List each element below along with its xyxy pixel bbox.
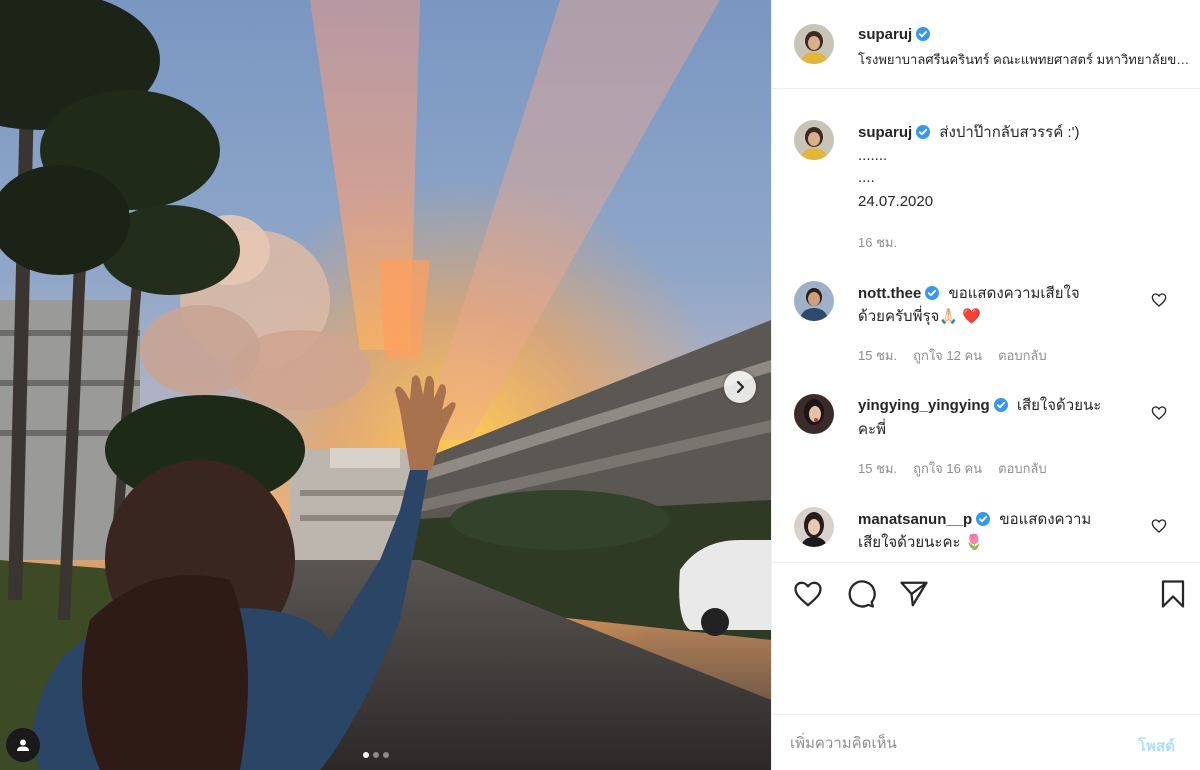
comment-username[interactable]: yingying_yingying (858, 397, 990, 414)
comment-reply-button[interactable]: ตอบกลับ (998, 458, 1047, 479)
comment-text: เสียใจด้วยนะ (1016, 397, 1102, 414)
comment-text: เสียใจด้วยนะคะ 🌷 (858, 534, 984, 551)
post-actions-bar (772, 562, 1200, 624)
caption-avatar[interactable] (794, 120, 834, 160)
comment-avatar[interactable] (794, 394, 834, 434)
verified-badge-icon (993, 398, 1008, 412)
avatar-image (794, 281, 834, 321)
tagged-users-button[interactable] (6, 728, 40, 762)
comment-text: ด้วยครับพี่รุจ🙏🏻 ❤️ (858, 308, 981, 325)
paper-plane-icon (900, 581, 928, 607)
caption-line: ....... (858, 147, 888, 164)
comment-button[interactable] (844, 577, 878, 611)
chevron-right-icon (736, 380, 745, 394)
carousel-indicator (363, 752, 389, 758)
header-username-row: suparuj (858, 24, 931, 43)
comment-like-button[interactable] (1151, 518, 1167, 534)
share-button[interactable] (897, 577, 931, 611)
author-avatar[interactable] (794, 24, 834, 64)
caption-line: ส่งปาป๊ากลับสวรรค์ :') (939, 124, 1080, 141)
avatar-image (794, 507, 834, 547)
caption-time[interactable]: 16 ชม. (858, 232, 897, 253)
post-location[interactable]: โรงพยาบาลศรีนครินทร์ คณะแพทยศาสตร์ มหาวิ… (858, 49, 1194, 70)
verified-badge-icon (925, 286, 940, 300)
carousel-dot (383, 752, 389, 758)
comment-time[interactable]: 15 ชม. (858, 458, 897, 479)
comment-likes[interactable]: ถูกใจ 12 คน (913, 345, 982, 366)
caption-meta: 16 ชม. (858, 232, 897, 253)
comment-text: ขอแสดงความ (999, 511, 1092, 528)
comment-meta: 15 ชม. ถูกใจ 12 คน ตอบกลับ (858, 345, 1047, 366)
caption-line: .... (858, 169, 875, 186)
comment-like-button[interactable] (1151, 292, 1167, 308)
comment-meta: 15 ชม. ถูกใจ 16 คน ตอบกลับ (858, 458, 1047, 479)
heart-icon (1151, 406, 1167, 420)
comment-like-button[interactable] (1151, 405, 1167, 421)
post-header: suparuj โรงพยาบาลศรีนครินทร์ คณะแพทยศาสต… (772, 0, 1200, 89)
comment-username[interactable]: manatsanun__p (858, 511, 972, 528)
carousel-dot (373, 752, 379, 758)
avatar-image (794, 120, 834, 160)
comment-text: ขอแสดงความเสียใจ (948, 285, 1080, 302)
author-username[interactable]: suparuj (858, 26, 912, 43)
comment-username[interactable]: nott.thee (858, 285, 921, 302)
comment-time[interactable]: 15 ชม. (858, 345, 897, 366)
verified-badge-icon (916, 125, 931, 139)
post-photo[interactable] (0, 0, 771, 770)
heart-icon (1151, 293, 1167, 307)
sunset-photo-image (0, 0, 771, 770)
comment-avatar[interactable] (794, 281, 834, 321)
heart-icon (1151, 519, 1167, 533)
avatar-image (794, 24, 834, 64)
caption-username[interactable]: suparuj (858, 124, 912, 141)
post-side-panel: suparuj โรงพยาบาลศรีนครินทร์ คณะแพทยศาสต… (771, 0, 1200, 770)
comment-likes[interactable]: ถูกใจ 16 คน (913, 458, 982, 479)
heart-icon (794, 581, 822, 607)
carousel-dot-active (363, 752, 369, 758)
comment-text: คะพี่ (858, 421, 886, 438)
bookmark-icon (1161, 580, 1185, 608)
save-button[interactable] (1156, 577, 1190, 611)
like-button[interactable] (791, 577, 825, 611)
comment-avatar[interactable] (794, 507, 834, 547)
user-tag-icon (17, 739, 29, 751)
comment-reply-button[interactable]: ตอบกลับ (998, 345, 1047, 366)
avatar-image (794, 394, 834, 434)
post-comment-button[interactable]: โพสต์ (1138, 734, 1175, 758)
comments-list: suparuj ส่งปาป๊ากลับสวรรค์ :') ....... .… (772, 90, 1200, 561)
comment-input[interactable] (790, 729, 1120, 757)
next-image-button[interactable] (724, 371, 756, 403)
verified-badge-icon (976, 512, 991, 526)
comment-bubble-icon (848, 580, 876, 608)
verified-badge-icon (916, 27, 931, 41)
add-comment-bar: โพสต์ (772, 714, 1200, 770)
caption-line: 24.07.2020 (858, 193, 934, 210)
